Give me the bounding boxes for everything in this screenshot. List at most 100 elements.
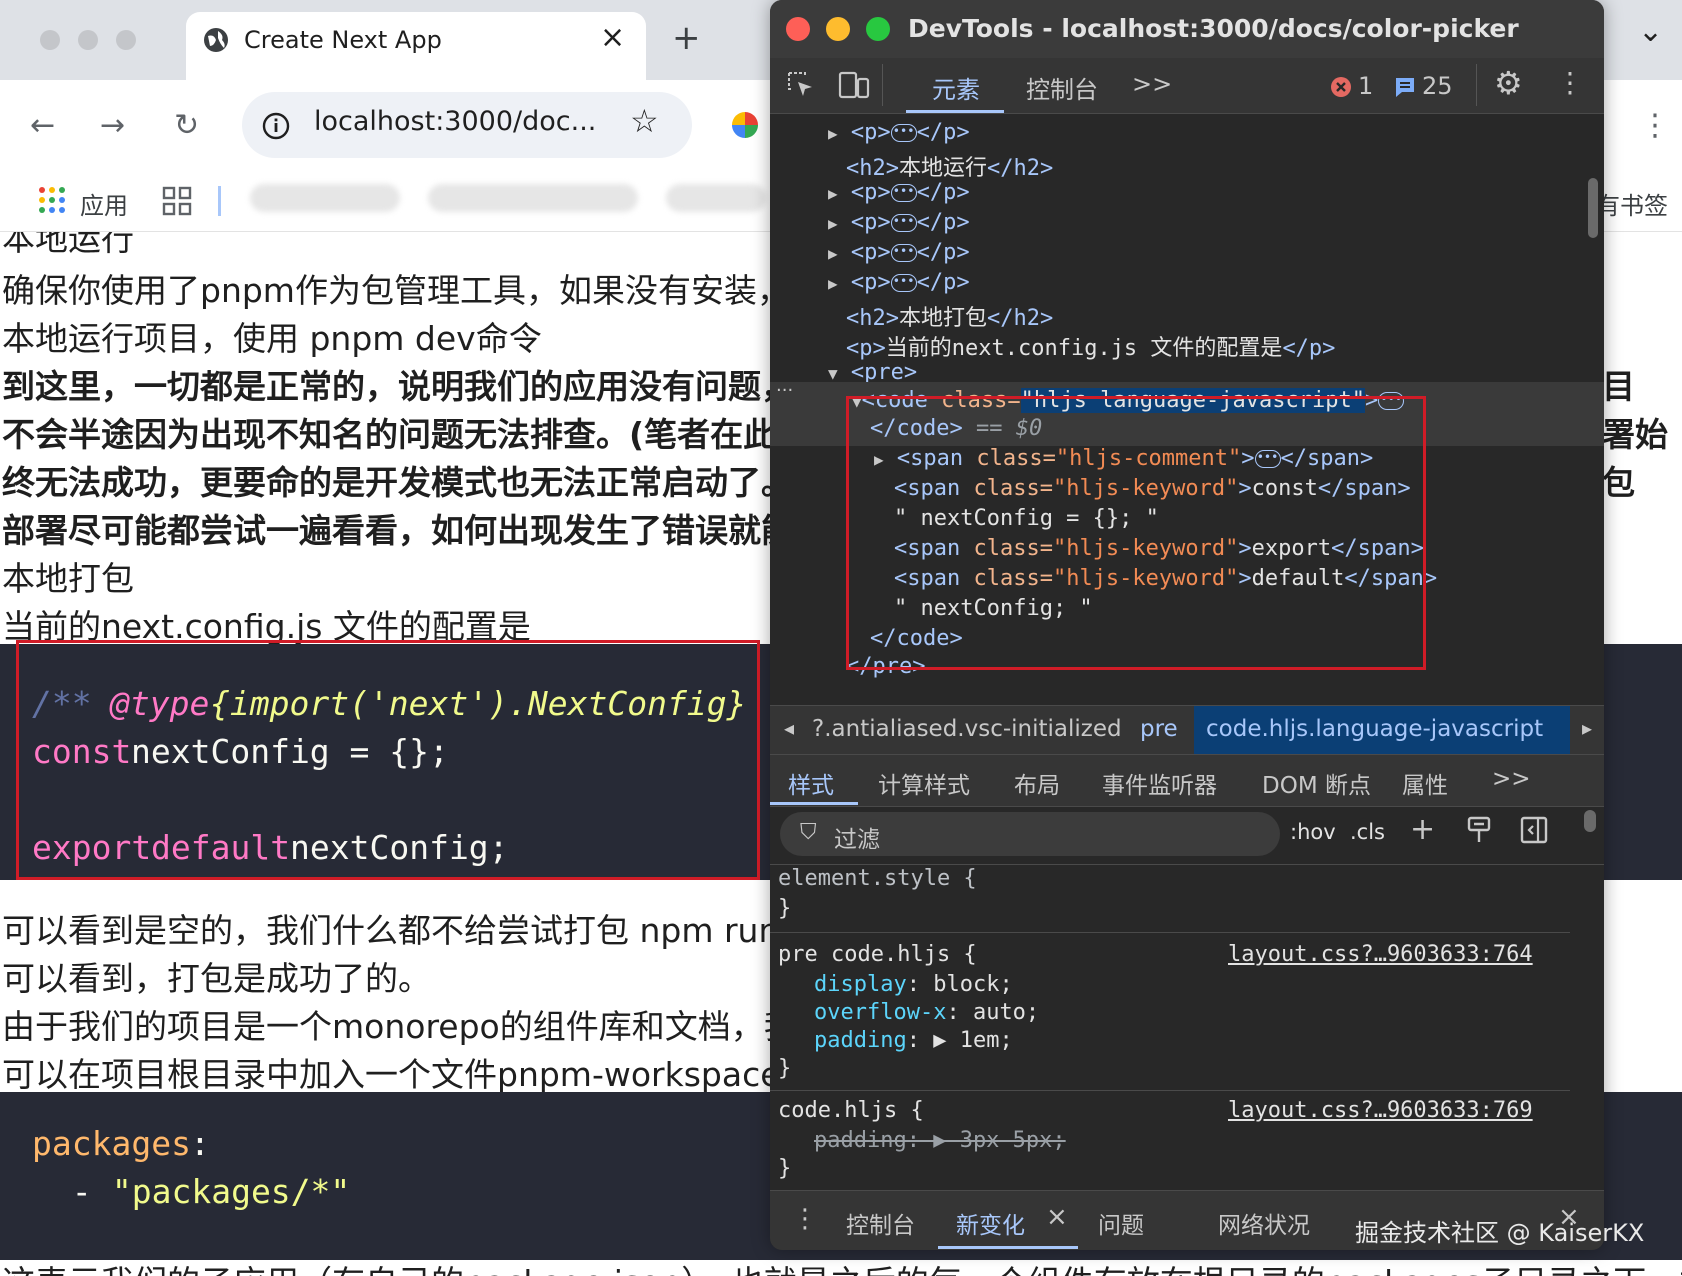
- tab-event-listeners[interactable]: 事件监听器: [1102, 766, 1217, 800]
- dom-node-p[interactable]: ▶ <p> •••</p>: [828, 180, 970, 205]
- css-declaration[interactable]: overflow-x: auto;: [814, 1000, 1039, 1025]
- inspect-element-icon[interactable]: [786, 70, 816, 100]
- more-options-icon[interactable]: ⋮: [1556, 66, 1584, 99]
- tree-scrollbar[interactable]: [1588, 178, 1598, 238]
- tab-console[interactable]: 控制台: [1026, 70, 1098, 105]
- paragraph-line: 确保你使用了pnpm作为包管理工具，如果没有安装，请: [2, 271, 823, 310]
- drawer-menu-icon[interactable]: ⋮: [792, 1204, 818, 1234]
- settings-gear-icon[interactable]: ⚙: [1494, 64, 1523, 102]
- tab-dom-breakpoints[interactable]: DOM 断点: [1262, 766, 1371, 800]
- drawer-tab-network-conditions[interactable]: 网络状况: [1218, 1206, 1310, 1240]
- active-subtab-indicator: [770, 802, 858, 805]
- more-menu-icon[interactable]: ⋮: [1640, 108, 1670, 143]
- tab-styles[interactable]: 样式: [788, 766, 834, 800]
- forward-icon[interactable]: →: [100, 108, 125, 143]
- dom-node-p[interactable]: ▶ <p> •••</p>: [828, 270, 970, 295]
- close-drawer-tab-icon[interactable]: ×: [1046, 1202, 1068, 1232]
- active-drawer-indicator: [938, 1246, 1078, 1249]
- tab-properties[interactable]: 属性: [1402, 766, 1448, 800]
- blurred-bookmark[interactable]: [250, 184, 400, 212]
- address-bar[interactable]: localhost:3000/doc... ☆: [242, 92, 692, 158]
- devtools-zoom-light[interactable]: [866, 17, 890, 41]
- color-extension-icon[interactable]: [730, 110, 760, 140]
- url-text[interactable]: localhost:3000/doc...: [314, 106, 596, 137]
- dom-node-h2[interactable]: <h2>本地运行</h2>: [846, 150, 1053, 182]
- element-state-icon[interactable]: [1466, 816, 1492, 846]
- back-icon[interactable]: ←: [30, 108, 55, 143]
- hov-toggle[interactable]: :hov: [1290, 820, 1336, 844]
- dom-node-p[interactable]: ▶ <p> •••</p>: [828, 210, 970, 235]
- filter-input[interactable]: ⛉ 过滤: [780, 812, 1280, 856]
- element-style-selector[interactable]: element.style {: [778, 866, 977, 891]
- css-declaration[interactable]: padding: ▶ 1em;: [814, 1028, 1013, 1053]
- message-icon[interactable]: [1394, 76, 1416, 98]
- device-toolbar-icon[interactable]: [838, 70, 870, 100]
- toolbar-divider: [882, 64, 883, 106]
- highlight-box: [16, 640, 760, 880]
- dom-node-p[interactable]: ▶ <p> •••</p>: [828, 240, 970, 265]
- drawer-tab-issues[interactable]: 问题: [1098, 1206, 1144, 1240]
- tab-layout[interactable]: 布局: [1014, 766, 1060, 800]
- crumb-item[interactable]: pre: [1140, 716, 1178, 742]
- paragraph-fragment: 目: [1602, 367, 1635, 406]
- blurred-bookmark[interactable]: [666, 184, 766, 212]
- apps-label[interactable]: 应用: [80, 186, 128, 221]
- rule-close-brace: }: [778, 896, 792, 921]
- more-subtabs-icon[interactable]: >>: [1492, 766, 1531, 792]
- drawer-tab-changes[interactable]: 新变化: [956, 1206, 1025, 1240]
- node-actions-icon[interactable]: ···: [776, 380, 793, 401]
- blurred-bookmark[interactable]: [428, 184, 638, 212]
- new-tab-button[interactable]: +: [672, 18, 701, 58]
- tab-elements[interactable]: 元素: [932, 70, 980, 105]
- rule-selector[interactable]: code.hljs {: [778, 1098, 924, 1123]
- window-minimize-light[interactable]: [78, 30, 98, 50]
- site-info-icon[interactable]: [262, 112, 290, 140]
- paragraph-line: 不会半途因为出现不知名的问题无法排查。(笔者在此之: [2, 415, 810, 454]
- reload-icon[interactable]: ↻: [174, 108, 199, 143]
- rule-selector[interactable]: pre code.hljs {: [778, 942, 977, 967]
- bookmark-star-icon[interactable]: ☆: [630, 102, 659, 140]
- styles-scrollbar[interactable]: [1584, 810, 1596, 832]
- paragraph-fragment: 包: [1602, 463, 1635, 502]
- watermark: 掘金技术社区 @ KaiserKX: [1355, 1219, 1645, 1247]
- window-close-light[interactable]: [40, 30, 60, 50]
- highlight-box: [846, 396, 1426, 670]
- apps-grid-icon[interactable]: [38, 186, 66, 214]
- more-tabs-icon[interactable]: >>: [1132, 70, 1172, 98]
- yaml-value: "packages/*": [92, 1172, 351, 1211]
- crumb-item-selected[interactable]: code.hljs.language-javascript: [1206, 716, 1543, 742]
- devtools-close-light[interactable]: [786, 17, 810, 41]
- heading-local-build: 本地打包: [2, 559, 134, 598]
- active-tab-indicator: [906, 110, 1004, 113]
- css-declaration[interactable]: display: block;: [814, 972, 1013, 997]
- rule-source-link[interactable]: layout.css?…9603633:764: [1228, 942, 1533, 967]
- error-icon[interactable]: [1330, 76, 1352, 98]
- crumb-scroll-left-icon[interactable]: ◂: [784, 716, 794, 740]
- paragraph-line: 到这里，一切都是正常的，说明我们的应用没有问题，: [2, 367, 794, 406]
- new-rule-icon[interactable]: +: [1410, 812, 1435, 847]
- error-count[interactable]: 1: [1358, 72, 1373, 100]
- tab-groups-icon[interactable]: [162, 186, 192, 216]
- cls-toggle[interactable]: .cls: [1350, 820, 1385, 844]
- paragraph-line: 本地运行项目，使用 pnpm dev命令: [2, 319, 542, 358]
- filter-placeholder: 过滤: [834, 827, 880, 853]
- rule-source-link[interactable]: layout.css?…9603633:769: [1228, 1098, 1533, 1123]
- toggle-sidebar-icon[interactable]: [1520, 816, 1548, 844]
- all-bookmarks-label[interactable]: 有书签: [1596, 186, 1668, 221]
- dom-node-p[interactable]: ▶ <p> •••</p>: [828, 120, 970, 145]
- dom-node-h2[interactable]: <h2>本地打包</h2>: [846, 300, 1053, 332]
- message-count[interactable]: 25: [1422, 72, 1453, 100]
- crumb-item[interactable]: ?.antialiased.vsc-initialized: [812, 716, 1122, 742]
- filter-icon: ⛉: [800, 820, 817, 845]
- close-tab-icon[interactable]: ×: [600, 20, 625, 55]
- tab-computed[interactable]: 计算样式: [878, 766, 970, 800]
- devtools-window: DevTools - localhost:3000/docs/color-pic…: [770, 0, 1604, 1250]
- dom-node-p-config[interactable]: <p>当前的next.config.js 文件的配置是</p>: [846, 330, 1335, 362]
- browser-tab[interactable]: Create Next App ×: [186, 12, 646, 80]
- window-zoom-light[interactable]: [116, 30, 136, 50]
- css-declaration-overridden[interactable]: padding: ▶ 3px 5px;: [814, 1128, 1066, 1153]
- drawer-tab-console[interactable]: 控制台: [846, 1206, 915, 1240]
- devtools-minimize-light[interactable]: [826, 17, 850, 41]
- crumb-scroll-right-icon[interactable]: ▸: [1582, 716, 1592, 740]
- tab-search-icon[interactable]: ⌄: [1638, 14, 1663, 49]
